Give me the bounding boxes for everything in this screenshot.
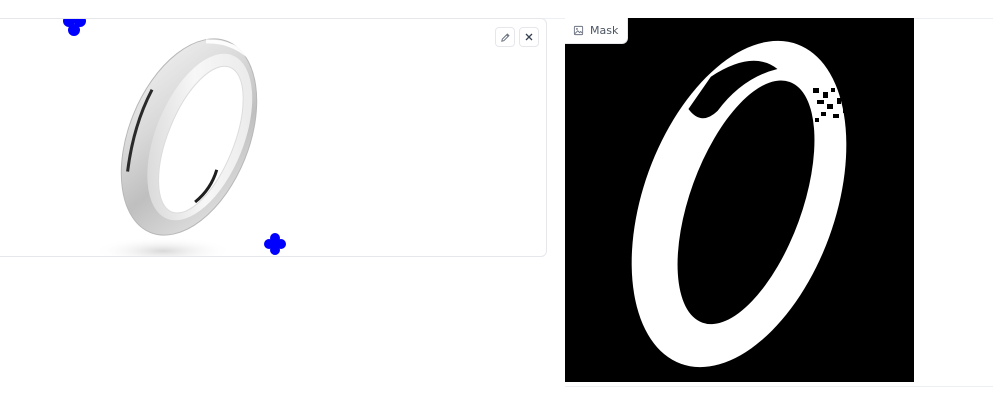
mask-output-panel bbox=[565, 18, 914, 382]
close-icon bbox=[525, 33, 533, 41]
bottom-divider bbox=[565, 386, 993, 387]
mask-image bbox=[631, 40, 852, 368]
mask-label-badge: Mask bbox=[565, 18, 629, 44]
segmentation-app: Mask bbox=[0, 0, 993, 420]
ring-image bbox=[120, 38, 262, 236]
point-marker-1[interactable] bbox=[63, 19, 86, 36]
input-image-panel[interactable] bbox=[0, 18, 547, 257]
ring-reflection bbox=[93, 237, 233, 256]
edit-button[interactable] bbox=[495, 27, 515, 47]
point-marker-2[interactable] bbox=[264, 233, 286, 255]
pencil-icon bbox=[500, 32, 510, 42]
close-button[interactable] bbox=[519, 27, 539, 47]
input-image-canvas[interactable] bbox=[0, 19, 547, 257]
image-icon bbox=[573, 25, 584, 36]
mask-label-text: Mask bbox=[590, 24, 619, 37]
